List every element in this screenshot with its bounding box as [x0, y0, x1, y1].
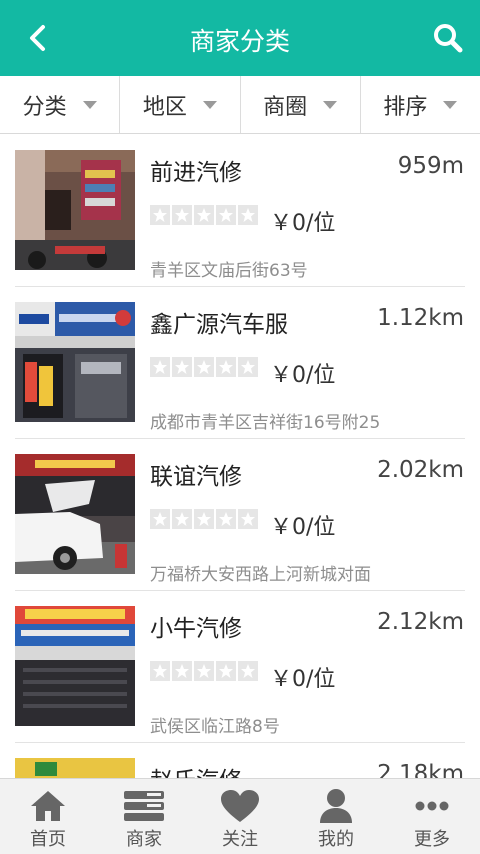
- shop-item[interactable]: 鑫广源汽车服 1.12km ￥0/位 成都市青羊区吉祥街16号附25: [0, 287, 480, 439]
- star-empty-icon: [216, 661, 236, 681]
- tab-label: 首页: [30, 829, 66, 850]
- top-header: 商家分类: [0, 0, 480, 76]
- star-empty-icon: [194, 357, 214, 377]
- shop-distance: 2.18km: [377, 761, 464, 778]
- star-empty-icon: [238, 357, 258, 377]
- star-empty-icon: [172, 509, 192, 529]
- filter-region[interactable]: 地区: [120, 76, 241, 133]
- shop-price: ￥0/位: [270, 211, 336, 236]
- tab-more[interactable]: 更多: [384, 779, 480, 854]
- search-icon: [434, 24, 463, 53]
- shop-distance: 2.02km: [377, 457, 464, 483]
- home-icon: [31, 791, 65, 821]
- shop-list: 前进汽修 959m ￥0/位 青羊区文庙后街63号 鑫广源汽车服 1.12km …: [0, 135, 480, 778]
- shop-distance: 959m: [397, 153, 464, 179]
- star-empty-icon: [172, 205, 192, 225]
- filter-business-area[interactable]: 商圈: [241, 76, 361, 133]
- rating-stars: [150, 661, 260, 681]
- shop-name: 鑫广源汽车服: [150, 312, 288, 338]
- star-empty-icon: [150, 509, 170, 529]
- page-title: 商家分类: [189, 27, 290, 56]
- tab-stores[interactable]: 商家: [96, 779, 192, 854]
- star-empty-icon: [216, 205, 236, 225]
- shop-distance: 2.12km: [377, 609, 464, 635]
- star-empty-icon: [150, 661, 170, 681]
- rating-stars: [150, 509, 260, 529]
- star-empty-icon: [238, 509, 258, 529]
- shop-photo: [15, 606, 135, 726]
- shop-name: 联谊汽修: [150, 464, 242, 490]
- shop-photo: [15, 454, 135, 574]
- star-empty-icon: [238, 205, 258, 225]
- bottom-tab-bar: 首页 商家 关注 我的 更多: [0, 778, 480, 854]
- shop-name: 前进汽修: [150, 160, 242, 186]
- shop-address: 万福桥大安西路上河新城对面: [150, 565, 371, 585]
- rating-stars: [150, 205, 260, 225]
- rating-stars: [150, 357, 260, 377]
- more-icon: [415, 801, 449, 811]
- tab-label: 关注: [222, 829, 258, 850]
- shop-item[interactable]: 小牛汽修 2.12km ￥0/位 武侯区临江路8号: [0, 591, 480, 743]
- shop-address: 青羊区文庙后街63号: [150, 261, 308, 281]
- star-empty-icon: [216, 357, 236, 377]
- caret-down-icon: [202, 100, 217, 109]
- shop-item[interactable]: 赵氏汽修 2.18km: [0, 743, 480, 778]
- tab-follow[interactable]: 关注: [192, 779, 288, 854]
- star-empty-icon: [150, 357, 170, 377]
- shop-item[interactable]: 前进汽修 959m ￥0/位 青羊区文庙后街63号: [0, 135, 480, 287]
- star-empty-icon: [172, 661, 192, 681]
- shop-photo: [15, 302, 135, 422]
- tab-home[interactable]: 首页: [0, 779, 96, 854]
- filter-label: 排序: [383, 94, 428, 120]
- tab-label: 商家: [126, 829, 162, 850]
- star-empty-icon: [194, 509, 214, 529]
- shop-address: 武侯区临江路8号: [150, 717, 280, 737]
- shop-name: 赵氏汽修: [150, 761, 242, 778]
- shop-photo: [15, 758, 135, 778]
- shop-price: ￥0/位: [270, 363, 336, 388]
- app-root: 商家分类 分类 地区 商圈 排序 前进汽修 959m ￥0/位 青羊区文庙后街6…: [0, 0, 480, 854]
- tab-label: 我的: [318, 829, 354, 850]
- filter-bar: 分类 地区 商圈 排序: [0, 76, 480, 134]
- shop-address: 成都市青羊区吉祥街16号附25: [150, 413, 381, 433]
- filter-sort[interactable]: 排序: [361, 76, 480, 133]
- search-button[interactable]: [426, 16, 470, 60]
- filter-category[interactable]: 分类: [0, 76, 121, 133]
- filter-label: 商圈: [263, 94, 308, 120]
- shop-price: ￥0/位: [270, 515, 336, 540]
- filter-label: 地区: [142, 94, 187, 120]
- star-empty-icon: [238, 661, 258, 681]
- star-empty-icon: [194, 661, 214, 681]
- caret-down-icon: [443, 100, 458, 109]
- tab-mine[interactable]: 我的: [288, 779, 384, 854]
- caret-down-icon: [82, 100, 97, 109]
- shop-photo: [15, 150, 135, 270]
- shop-distance: 1.12km: [377, 305, 464, 331]
- star-empty-icon: [150, 205, 170, 225]
- shop-price: ￥0/位: [270, 667, 336, 692]
- shop-item[interactable]: 联谊汽修 2.02km ￥0/位 万福桥大安西路上河新城对面: [0, 439, 480, 591]
- filter-label: 分类: [22, 94, 67, 120]
- shop-name: 小牛汽修: [150, 616, 242, 642]
- star-empty-icon: [216, 509, 236, 529]
- user-icon: [320, 789, 352, 823]
- heart-icon: [221, 790, 259, 822]
- star-empty-icon: [172, 357, 192, 377]
- star-empty-icon: [194, 205, 214, 225]
- caret-down-icon: [323, 100, 338, 109]
- tab-label: 更多: [414, 829, 450, 850]
- store-icon: [124, 791, 164, 821]
